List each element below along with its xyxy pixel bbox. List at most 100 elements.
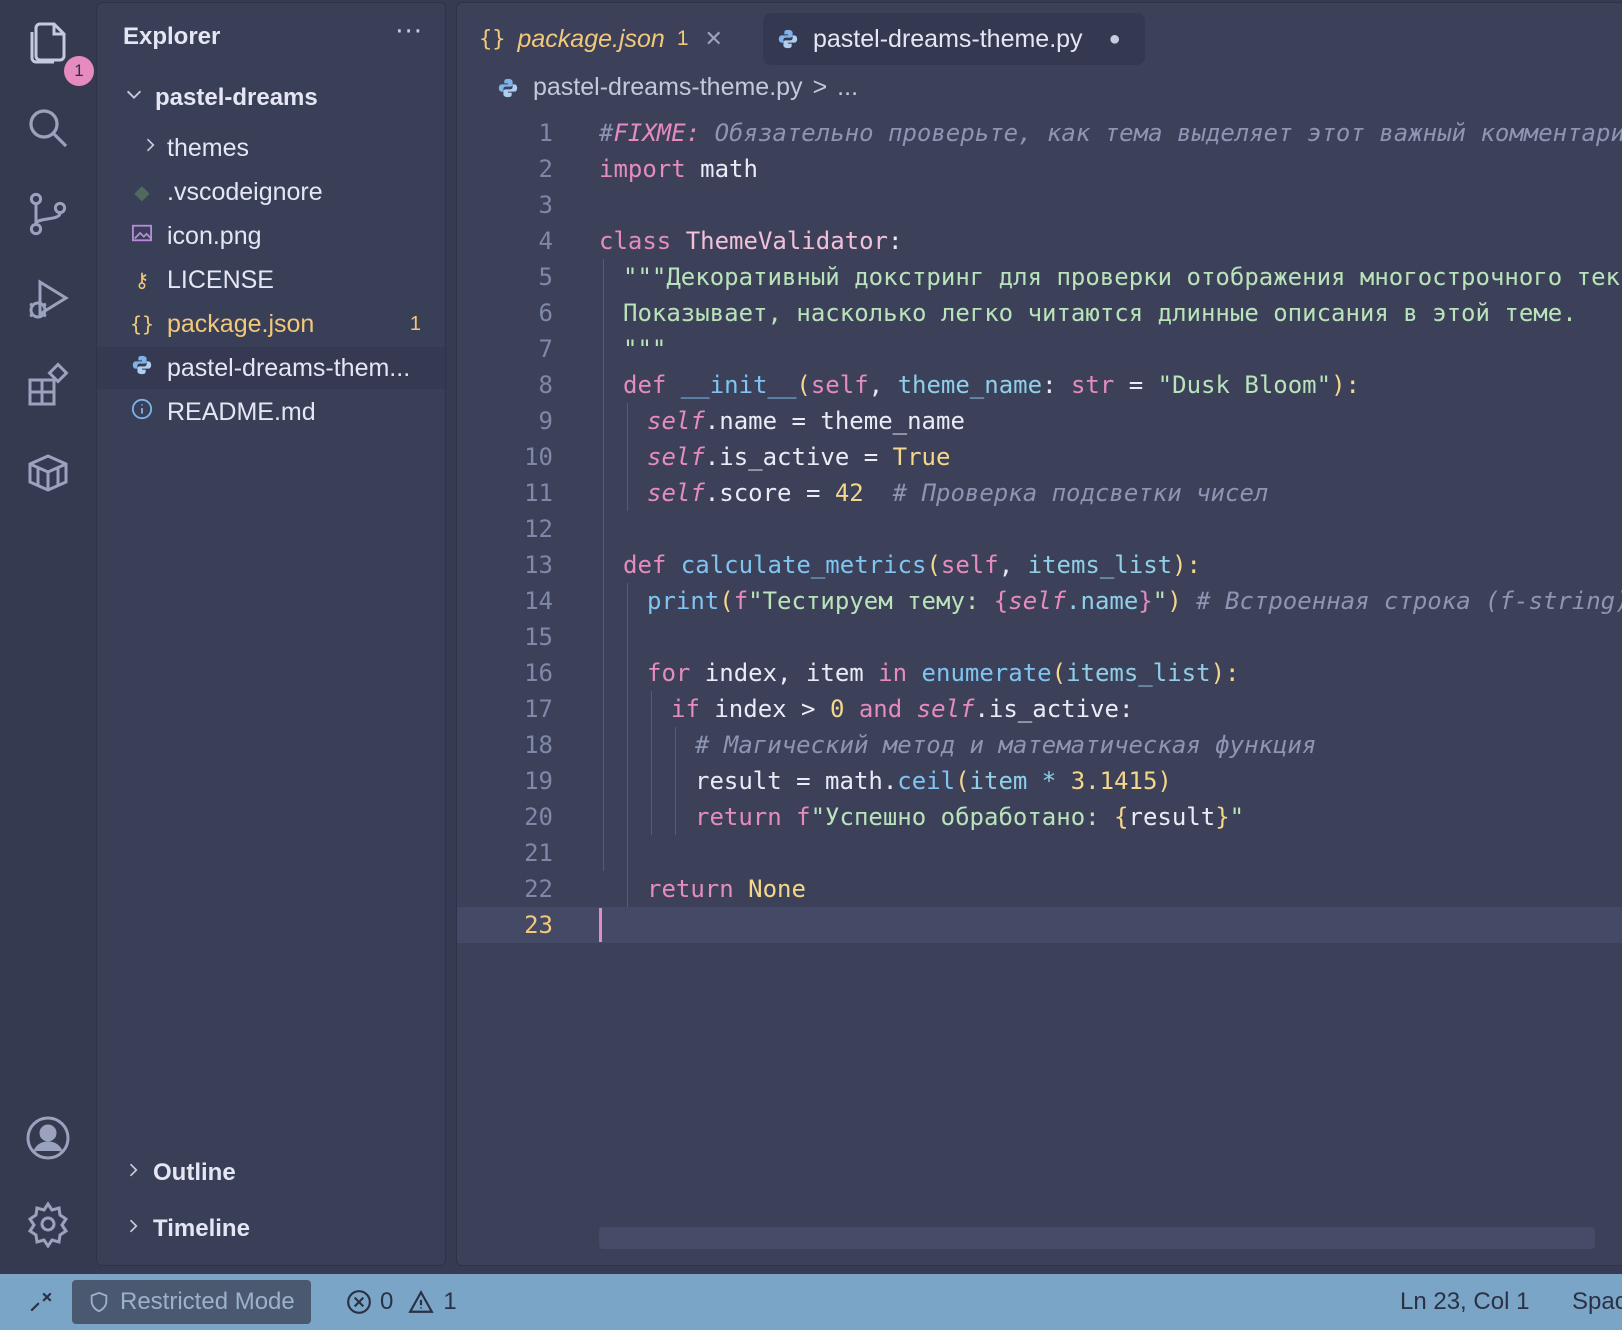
tab-package-json[interactable]: {} package.json 1 ✕ [465,13,737,65]
code-token: { [993,587,1009,615]
code-token: def __init__(self, theme_name: str = "Du… [623,367,1360,403]
code-line[interactable]: 2 import math [457,151,1622,187]
breadcrumb-file[interactable]: pastel-dreams-theme.py [533,73,803,102]
code-token: self [647,443,705,471]
code-line[interactable]: 17 if index > 0 and self.is_active: [457,691,1622,727]
code-token: 0 [829,695,845,723]
code-token: , [868,371,898,399]
folder-root[interactable]: pastel-dreams [123,83,318,112]
code-line[interactable]: 21 [457,835,1622,871]
tree-item-vscodeignore[interactable]: ◆ .vscodeignore [97,171,445,213]
code-token: str [1056,371,1115,399]
code-line[interactable]: 10 self.is_active = True [457,439,1622,475]
code-token: .is_active [704,443,850,471]
python-icon [497,77,519,99]
code-token: .name [704,407,778,435]
code-token: print(f"Тестируем тему: {self.name}") # … [647,583,1622,619]
code-line[interactable]: 8 def __init__(self, theme_name: str = "D… [457,367,1622,403]
line-number: 10 [524,443,553,471]
code-line[interactable]: 7 """ [457,331,1622,367]
files-icon[interactable]: 1 [18,12,94,86]
account-icon[interactable] [18,1108,78,1168]
code-token: items_list [1027,551,1173,579]
code-token: = [1114,371,1158,399]
line-number: 21 [524,839,553,867]
indentation-setting[interactable]: Spac [1572,1274,1622,1330]
code-line[interactable]: 16 for index, item in enumerate(items_lis… [457,655,1622,691]
code-token: = [849,443,893,471]
unsaved-dot-icon[interactable]: ● [1109,28,1121,51]
code-line[interactable]: 11 self.score = 42 # Проверка подсветки ч… [457,475,1622,511]
restricted-mode-button[interactable]: Restricted Mode [72,1280,311,1324]
activity-bar: 1 [0,0,96,1274]
remote-explorer-icon[interactable] [18,442,78,502]
settings-gear-icon[interactable] [18,1194,78,1254]
tree-item-themes[interactable]: themes [97,127,445,169]
git-icon: ◆ [134,181,150,204]
code-token: self [940,551,999,579]
code-line[interactable]: 14 print(f"Тестируем тему: {self.name}") … [457,583,1622,619]
code-token: math [685,155,758,183]
remote-icon[interactable] [28,1274,54,1330]
code-line[interactable]: 19 result = math.ceil(item * 3.1415) [457,763,1622,799]
tree-item-python-file[interactable]: pastel-dreams-them... [97,347,445,389]
cursor-position[interactable]: Ln 23, Col 1 [1400,1274,1529,1330]
code-token: = [777,407,821,435]
code-line[interactable]: 6 Показывает, насколько легко читаются дл… [457,295,1622,331]
code-line-current[interactable]: 23 [457,907,1622,943]
explorer-sidebar: Explorer ··· pastel-dreams themes ◆ .vsc… [96,2,446,1266]
code-line[interactable]: 12 [457,511,1622,547]
search-icon[interactable] [18,98,78,158]
line-number: 22 [524,875,553,903]
extensions-icon[interactable] [18,356,78,416]
code-token: return f"Успешно обработано: {result}" [695,799,1244,835]
code-line[interactable]: 15 [457,619,1622,655]
code-token: return None [647,871,806,907]
code-token: """ [623,331,666,367]
code-line[interactable]: 20 return f"Успешно обработано: {result}" [457,799,1622,835]
more-actions-icon[interactable]: ··· [395,17,423,47]
tree-item-readme[interactable]: README.md [97,391,445,433]
run-debug-icon[interactable] [18,270,78,330]
code-token: enumerate [907,659,1052,687]
python-icon [777,28,799,50]
error-icon [347,1290,371,1314]
tree-item-package-json[interactable]: {} package.json 1 [97,303,445,345]
tab-pastel-dreams-theme-py[interactable]: pastel-dreams-theme.py ● [763,13,1145,65]
code-token: if [671,695,700,723]
code-line[interactable]: 1 #FIXME: Обязательно проверьте, как тема… [457,115,1622,151]
tree-item-label: .vscodeignore [167,177,323,206]
source-control-icon[interactable] [18,184,78,244]
info-icon [127,398,157,426]
code-token: ( [955,767,970,795]
code-line[interactable]: 5 """Декоративный докстринг для проверки … [457,259,1622,295]
code-line[interactable]: 9 self.name = theme_name [457,403,1622,439]
tree-item-license[interactable]: ⚷ LICENSE [97,259,445,301]
close-icon[interactable]: ✕ [705,26,723,52]
outline-section[interactable]: Outline [123,1159,236,1187]
warning-icon [408,1290,435,1313]
code-token: " [1229,803,1245,831]
code-token: items_list [1066,659,1211,687]
code-line[interactable]: 4 class ThemeValidator: [457,223,1622,259]
restricted-mode-label: Restricted Mode [120,1288,295,1315]
code-token: and [844,695,917,723]
code-token: result = math. [695,767,898,795]
tree-item-label: LICENSE [167,265,274,294]
code-line[interactable]: 22 return None [457,871,1622,907]
code-token: Показывает, насколько легко читаются дли… [623,299,1577,327]
breadcrumb-more[interactable]: ... [837,73,858,102]
code-line[interactable]: 3 [457,187,1622,223]
code-token: self.score = 42 # Проверка подсветки чис… [647,475,1268,511]
error-count: 0 [380,1288,394,1315]
problems-indicator[interactable]: 0 1 [346,1274,457,1330]
line-number: 17 [524,695,553,723]
code-line[interactable]: 18 # Магический метод и математическая фу… [457,727,1622,763]
code-token: 42 [834,479,864,507]
line-number: 12 [524,515,553,543]
timeline-section[interactable]: Timeline [123,1215,250,1243]
code-line[interactable]: 13 def calculate_metrics(self, items_list… [457,547,1622,583]
folder-root-label: pastel-dreams [155,83,318,111]
tree-item-icon-png[interactable]: icon.png [97,215,445,257]
horizontal-scrollbar[interactable] [599,1227,1595,1249]
